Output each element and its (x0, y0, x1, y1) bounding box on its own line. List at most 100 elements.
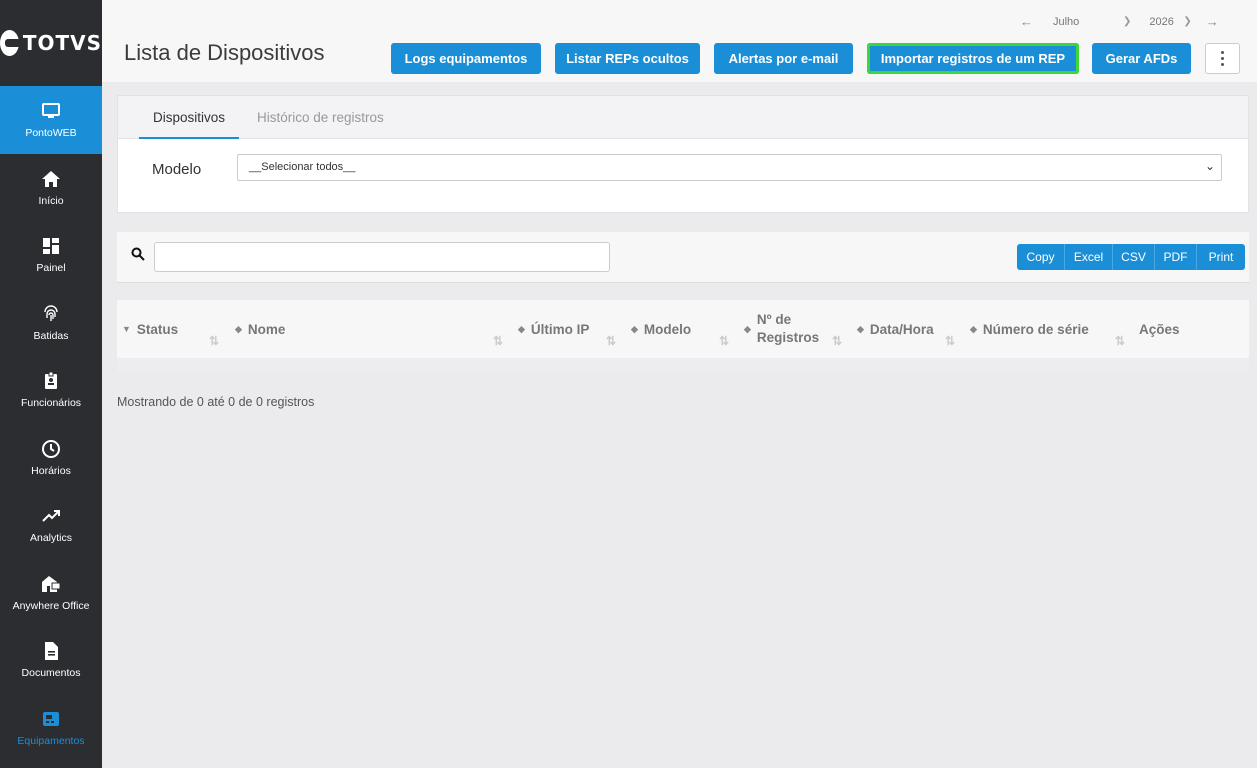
document-icon (40, 640, 62, 662)
modelo-select[interactable]: __Selecionar todos__ ⌄ (237, 154, 1222, 181)
logo-text: TOTVS (22, 31, 102, 55)
search-input[interactable] (154, 242, 610, 272)
chevron-down-icon[interactable]: ❯ (1123, 16, 1131, 27)
column-nome[interactable]: ◆ Nome ⇅ (235, 300, 515, 358)
column-label: Nome (247, 321, 286, 337)
table-body (117, 358, 1249, 372)
print-button[interactable]: Print (1197, 244, 1245, 270)
sidebar-item-anywhere-office[interactable]: Anywhere Office (0, 559, 102, 627)
logs-equipamentos-button[interactable]: Logs equipamentos (391, 43, 541, 74)
column-label: Nº de Registros (757, 311, 819, 347)
sidebar-item-batidas[interactable]: Batidas (0, 289, 102, 357)
column-label: Modelo (643, 321, 692, 337)
sidebar-item-pontoweb[interactable]: PontoWEB (0, 86, 102, 154)
modelo-label: Modelo (152, 161, 202, 178)
sidebar-item-documentos[interactable]: Documentos (0, 626, 102, 694)
column-data-hora[interactable]: ◆ Data/Hora ⇅ (857, 300, 967, 358)
column-label: Status (136, 321, 179, 337)
table-info: Mostrando de 0 até 0 de 0 registros (117, 395, 315, 409)
chevron-down-icon: ⌄ (1204, 159, 1215, 173)
column-label-line: Nº de (756, 312, 792, 327)
search-icon (131, 247, 145, 266)
trend-icon (40, 505, 62, 527)
devices-table: ▼ Status ⇅ ◆ Nome ⇅ ◆ Último IP ⇅ ◆ Mode… (117, 300, 1249, 372)
sort-both-icon: ◆ (631, 323, 638, 334)
listar-reps-ocultos-button[interactable]: Listar REPs ocultos (555, 43, 700, 74)
column-ultimo-ip[interactable]: ◆ Último IP ⇅ (518, 300, 628, 358)
sidebar-item-label: Painel (36, 262, 66, 275)
csv-button[interactable]: CSV (1113, 244, 1155, 270)
importar-registros-rep-button[interactable]: Importar registros de um REP (867, 43, 1079, 74)
sort-icon: ⇅ (719, 334, 730, 348)
sidebar-item-label: Horários (31, 464, 71, 477)
column-num-registros[interactable]: ◆ Nº de Registros ⇅ (744, 300, 854, 358)
sort-icon: ⇅ (606, 334, 617, 348)
totvs-logo[interactable]: TOTVS (0, 0, 102, 86)
more-options-button[interactable] (1205, 43, 1240, 74)
date-navigator: ← Julho ❯ 2026 ❯ → (1020, 14, 1219, 29)
sort-both-icon: ◆ (857, 323, 864, 334)
chevron-down-icon[interactable]: ❯ (1183, 16, 1191, 27)
sort-icon: ⇅ (945, 334, 956, 348)
sidebar-item-label: Funcionários (20, 397, 82, 410)
column-label: Último IP (530, 321, 590, 337)
pdf-button[interactable]: PDF (1155, 244, 1197, 270)
sidebar: TOTVS PontoWEB Início Painel Batidas Fun… (0, 0, 102, 768)
clock-icon (40, 438, 62, 460)
column-modelo[interactable]: ◆ Modelo ⇅ (631, 300, 741, 358)
kebab-dot-icon (1221, 57, 1224, 60)
device-icon (40, 708, 62, 730)
tab-historico-registros[interactable]: Histórico de registros (257, 110, 384, 125)
monitor-icon (40, 100, 62, 122)
sort-alpha-icon: ⇅ (209, 334, 220, 348)
copy-button[interactable]: Copy (1017, 244, 1065, 270)
search-toolbar: Copy Excel CSV PDF Print (117, 232, 1249, 283)
sidebar-item-label: Documentos (21, 667, 81, 680)
sort-both-icon: ◆ (235, 323, 242, 334)
sort-icon: ⇅ (493, 334, 504, 348)
page-header: Lista de Dispositivos ← Julho ❯ 2026 ❯ →… (102, 0, 1257, 82)
kebab-dot-icon (1221, 51, 1224, 54)
sidebar-item-funcionarios[interactable]: Funcionários (0, 356, 102, 424)
sidebar-item-painel[interactable]: Painel (0, 221, 102, 289)
sort-both-icon: ◆ (744, 323, 751, 334)
month-select[interactable]: Julho (1053, 16, 1123, 28)
excel-button[interactable]: Excel (1065, 244, 1113, 270)
dashboard-icon (40, 235, 62, 257)
modelo-select-value: __Selecionar todos__ (249, 161, 356, 173)
sidebar-item-label: Anywhere Office (12, 599, 90, 612)
column-label: Ações (1139, 321, 1180, 337)
sort-both-icon: ◆ (970, 323, 977, 334)
sidebar-item-analytics[interactable]: Analytics (0, 491, 102, 559)
home-icon (40, 168, 62, 190)
totvs-logo-icon (0, 30, 21, 56)
tab-dispositivos[interactable]: Dispositivos (138, 110, 240, 139)
column-acoes: Ações (1139, 300, 1239, 358)
fingerprint-icon (40, 303, 62, 325)
sort-desc-icon: ▼ (122, 324, 131, 334)
next-arrow-icon[interactable]: → (1206, 14, 1219, 29)
column-label: Número de série (982, 321, 1089, 337)
sort-icon: ⇅ (1115, 334, 1126, 348)
sidebar-item-label: PontoWEB (25, 127, 77, 140)
sidebar-item-label: Analytics (29, 532, 72, 545)
column-numero-serie[interactable]: ◆ Número de série ⇅ (970, 300, 1130, 358)
page-title: Lista de Dispositivos (124, 40, 325, 65)
sidebar-item-label: Equipamentos (17, 734, 85, 747)
sidebar-item-label: Batidas (33, 329, 69, 342)
sidebar-item-equipamentos[interactable]: Equipamentos (0, 694, 102, 762)
gerar-afds-button[interactable]: Gerar AFDs (1092, 43, 1191, 74)
sidebar-item-label: Início (38, 194, 64, 207)
column-status[interactable]: ▼ Status ⇅ (122, 300, 232, 358)
sort-icon: ⇅ (832, 334, 843, 348)
sidebar-item-horarios[interactable]: Horários (0, 424, 102, 492)
kebab-dot-icon (1221, 63, 1224, 66)
prev-arrow-icon[interactable]: ← (1020, 14, 1033, 29)
sidebar-item-inicio[interactable]: Início (0, 154, 102, 222)
tab-bar: Dispositivos Histórico de registros (118, 96, 1248, 139)
alertas-email-button[interactable]: Alertas por e-mail (714, 43, 853, 74)
house-laptop-icon (40, 573, 62, 595)
sort-both-icon: ◆ (518, 323, 525, 334)
column-label-line: Registros (756, 330, 820, 345)
filter-card: Dispositivos Histórico de registros Mode… (117, 95, 1249, 213)
